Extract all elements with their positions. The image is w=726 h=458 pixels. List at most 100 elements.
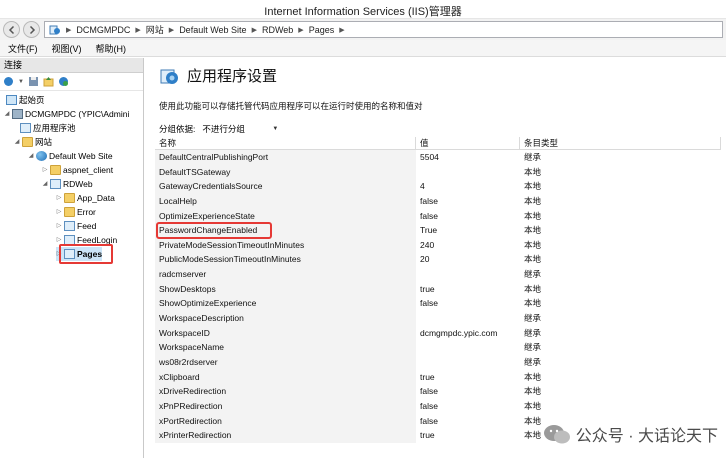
collapse-icon[interactable]: ◢ — [28, 149, 34, 163]
menu-view[interactable]: 视图(V) — [52, 42, 82, 55]
expand-icon[interactable]: ▷ — [56, 219, 62, 233]
sites-folder-icon — [22, 137, 33, 147]
setting-name-cell: PrivateModeSessionTimeoutInMinutes — [155, 237, 416, 253]
group-by-value: 不进行分组 — [202, 123, 245, 134]
tree-item-error[interactable]: ▷ Error — [56, 205, 96, 219]
table-row[interactable]: GatewayCredentialsSource 4 本地 — [155, 179, 721, 194]
collapse-icon[interactable]: ◢ — [4, 107, 10, 121]
tree-item-server[interactable]: ◢ DCMGMPDC (YPIC\Admini — [4, 107, 129, 121]
setting-type-cell: 本地 — [524, 166, 542, 177]
chevron-down-icon: ▼ — [272, 125, 279, 132]
setting-value-cell: true — [420, 371, 435, 382]
menu-help[interactable]: 帮助(H) — [96, 42, 127, 55]
app-settings-icon — [160, 69, 178, 84]
server-icon — [12, 109, 23, 119]
chevron-down-icon[interactable]: ▼ — [18, 79, 24, 85]
setting-value-cell: false — [420, 195, 438, 206]
row-highlight-box — [156, 222, 272, 239]
column-header-name[interactable]: 名称 — [155, 137, 416, 149]
forward-button[interactable] — [23, 21, 40, 38]
expand-icon[interactable]: ▷ — [56, 205, 62, 219]
table-row[interactable]: PrivateModeSessionTimeoutInMinutes 240 本地 — [155, 237, 721, 253]
save-icon[interactable] — [28, 76, 39, 87]
watermark: 公众号 · 大话论天下 — [542, 422, 718, 446]
setting-type-cell: 本地 — [524, 181, 542, 192]
table-row[interactable]: radcmserver 继承 — [155, 267, 721, 282]
setting-value-cell: false — [420, 210, 438, 221]
chevron-right-icon: ▶ — [339, 26, 345, 34]
group-by-select[interactable]: 不进行分组 ▼ — [199, 122, 281, 135]
address-segment[interactable]: 网站 — [146, 23, 164, 36]
setting-value-cell: dcmgmpdc.ypic.com — [420, 327, 498, 338]
setting-value-cell: 4 — [420, 181, 425, 192]
table-row[interactable]: ws08r2rdserver 继承 — [155, 354, 721, 370]
tree-item-default-web-site[interactable]: ◢ Default Web Site — [28, 149, 113, 163]
setting-type-cell: 本地 — [524, 225, 542, 236]
address-segment[interactable]: DCMGMPDC — [76, 25, 130, 35]
tree-item-rdweb[interactable]: ◢ RDWeb — [42, 177, 93, 191]
tree-item-app-data[interactable]: ▷ App_Data — [56, 191, 115, 205]
folder-icon — [64, 207, 75, 217]
setting-name-cell: WorkspaceID — [155, 325, 416, 341]
setting-value-cell: True — [420, 225, 438, 236]
collapse-icon[interactable]: ◢ — [14, 135, 20, 149]
table-row[interactable]: xPnPRedirection false 本地 — [155, 398, 721, 414]
chevron-right-icon: ▶ — [251, 26, 257, 34]
setting-name-cell: radcmserver — [155, 267, 416, 282]
table-row[interactable]: DefaultTSGateway 本地 — [155, 164, 721, 180]
table-row[interactable]: xClipboard true 本地 — [155, 369, 721, 385]
column-header-type[interactable]: 条目类型 — [520, 137, 721, 149]
setting-value-cell: false — [420, 298, 438, 309]
tree-item-label: Feed — [77, 221, 97, 231]
table-row[interactable]: WorkspaceName 继承 — [155, 340, 721, 355]
setting-name-cell: DefaultCentralPublishingPort — [155, 150, 416, 165]
address-segment[interactable]: Pages — [309, 25, 335, 35]
table-row[interactable]: ShowDesktops true 本地 — [155, 281, 721, 297]
setting-name-cell: WorkspaceDescription — [155, 311, 416, 326]
table-row[interactable]: WorkspaceDescription 继承 — [155, 311, 721, 326]
table-row[interactable]: PublicModeSessionTimeoutInMinutes 20 本地 — [155, 252, 721, 268]
tree-item-feed[interactable]: ▷ Feed — [56, 219, 96, 233]
setting-value-cell: 240 — [420, 239, 435, 250]
setting-type-cell: 本地 — [524, 254, 542, 265]
connect-icon[interactable] — [58, 76, 69, 87]
connect-globe-icon[interactable] — [3, 76, 14, 87]
table-row[interactable]: ShowOptimizeExperience false 本地 — [155, 296, 721, 312]
table-row[interactable]: LocalHelp false 本地 — [155, 193, 721, 209]
tree-item-label: 网站 — [35, 137, 53, 147]
table-row[interactable]: OptimizeExperienceState false 本地 — [155, 208, 721, 224]
setting-name-cell: xPortRedirection — [155, 413, 416, 429]
up-icon[interactable] — [43, 76, 54, 87]
back-button[interactable] — [3, 21, 20, 38]
tree-item-label: DCMGMPDC (YPIC\Admini — [25, 109, 130, 119]
address-segment[interactable]: RDWeb — [262, 25, 293, 35]
table-row[interactable]: DefaultCentralPublishingPort 5504 继承 — [155, 150, 721, 165]
column-header-value[interactable]: 值 — [416, 137, 520, 149]
watermark-text: 公众号 · 大话论天下 — [575, 428, 718, 445]
address-segment[interactable]: Default Web Site — [179, 25, 246, 35]
expand-icon[interactable]: ▷ — [56, 191, 62, 205]
setting-type-cell: 本地 — [524, 386, 542, 397]
expand-icon[interactable]: ▷ — [42, 163, 48, 177]
setting-type-cell: 本地 — [524, 371, 542, 382]
tree-item-label: RDWeb — [63, 179, 93, 189]
tree-item-aspnet-client[interactable]: ▷ aspnet_client — [42, 163, 113, 177]
tree-item-sites[interactable]: ◢ 网站 — [14, 135, 52, 149]
setting-name-cell: WorkspaceName — [155, 340, 416, 355]
menu-file[interactable]: 文件(F) — [8, 42, 38, 55]
setting-name-cell: GatewayCredentialsSource — [155, 179, 416, 194]
chevron-right-icon: ▶ — [66, 26, 72, 34]
wechat-logo-icon — [543, 425, 570, 444]
connections-title: 连接 — [0, 58, 143, 73]
table-row[interactable]: xDriveRedirection false 本地 — [155, 384, 721, 399]
setting-name-cell: ShowDesktops — [155, 281, 416, 297]
globe-icon — [36, 151, 47, 161]
arrow-left-icon — [8, 25, 15, 35]
window-title: Internet Information Services (IIS)管理器 — [264, 6, 462, 18]
tree-item-start-page[interactable]: 起始页 — [6, 93, 45, 107]
address-path[interactable]: ▶ DCMGMPDC ▶ 网站 ▶ Default Web Site ▶ RDW… — [44, 21, 723, 38]
table-row[interactable]: WorkspaceID dcmgmpdc.ypic.com 继承 — [155, 325, 721, 341]
collapse-icon[interactable]: ◢ — [42, 177, 48, 191]
tree-item-app-pools[interactable]: 应用程序池 — [20, 121, 76, 135]
chevron-right-icon: ▶ — [135, 26, 141, 34]
